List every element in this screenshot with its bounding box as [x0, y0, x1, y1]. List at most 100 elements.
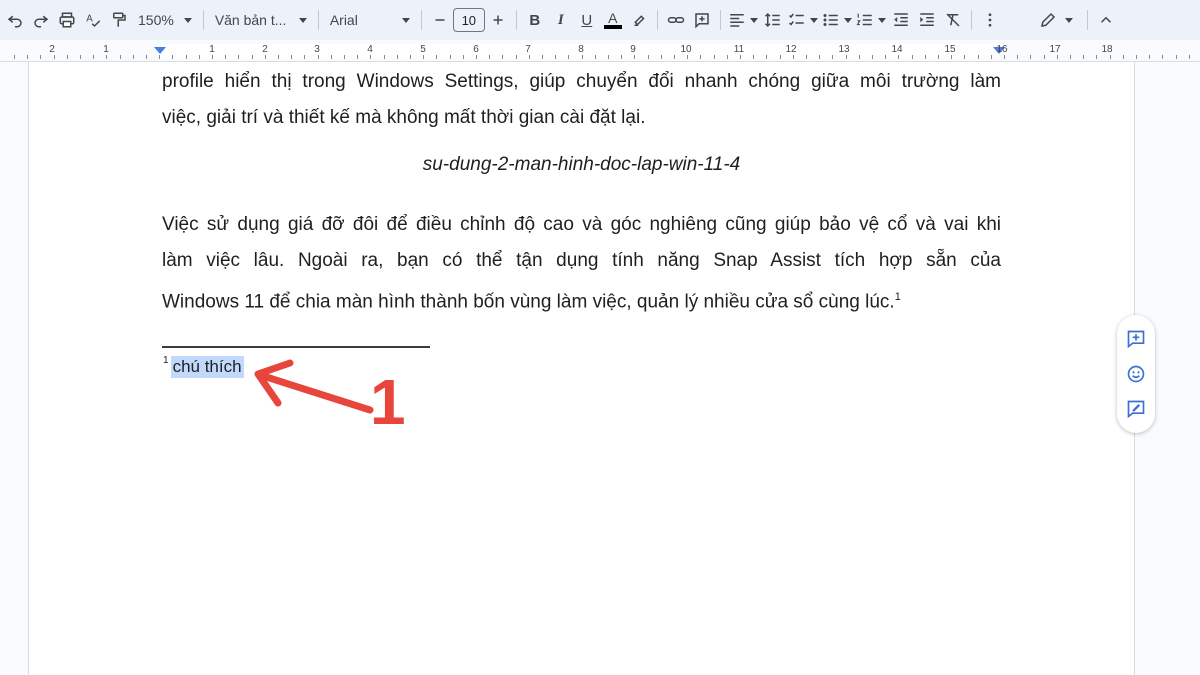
chevron-down-icon	[401, 17, 410, 23]
bold-button[interactable]: B	[522, 6, 548, 34]
ruler-tick	[1123, 55, 1124, 59]
font-select[interactable]: Arial	[324, 6, 416, 34]
chevron-down-icon	[809, 17, 818, 23]
ruler-tick	[291, 55, 292, 59]
ruler-tick	[318, 55, 319, 59]
ruler-tick	[80, 55, 81, 59]
ruler-tick	[1017, 55, 1018, 59]
ruler-label: 7	[525, 44, 531, 55]
svg-text:A: A	[86, 14, 93, 25]
ruler-tick	[199, 55, 200, 59]
ruler[interactable]: 2 1 1 2 3 4 5 6 7 8 9 10 11 12 13 14 15 16 17 18	[0, 40, 1200, 62]
footnote[interactable]: 1 chú thích	[163, 356, 244, 378]
add-emoji-side-button[interactable]	[1123, 361, 1149, 387]
bulleted-list-select[interactable]	[820, 6, 854, 34]
increase-indent-icon[interactable]	[914, 6, 940, 34]
ruler-label: 1	[209, 44, 215, 55]
ruler-label: 6	[473, 44, 479, 55]
add-comment-icon	[1127, 330, 1145, 348]
ruler-tick	[436, 55, 437, 59]
annotation-arrow-icon	[254, 359, 374, 414]
clear-formatting-icon[interactable]	[940, 6, 966, 34]
paint-format-icon[interactable]	[106, 6, 132, 34]
paragraph-style-select[interactable]: Văn bản t...	[209, 6, 313, 34]
footnote-reference[interactable]: 1	[895, 291, 901, 303]
ruler-label: 15	[944, 44, 956, 55]
footnote-separator	[162, 346, 430, 348]
formatting-toolbar: A 150% Văn bản t... Arial 10 B I U A	[0, 0, 1200, 40]
link-icon[interactable]	[663, 6, 689, 34]
ruler-tick	[595, 55, 596, 59]
paragraph-2[interactable]: Việc sử dụng giá đỡ đôi để điều chỉnh độ…	[162, 207, 1001, 320]
ruler-tick	[1057, 55, 1058, 59]
toolbar-divider	[420, 10, 422, 30]
ruler-tick	[106, 55, 107, 59]
paragraph-1[interactable]: profile hiển thị trong Windows Settings,…	[162, 64, 1001, 136]
decrease-font-size-icon[interactable]	[427, 6, 453, 34]
ruler-tick	[1176, 55, 1177, 59]
ruler-tick	[1149, 55, 1150, 59]
zoom-select[interactable]: 150%	[132, 6, 198, 34]
text-color-button[interactable]: A	[600, 6, 626, 34]
ruler-tick	[67, 55, 68, 59]
underline-button[interactable]: U	[574, 6, 600, 34]
spellcheck-icon[interactable]: A	[80, 6, 106, 34]
increase-font-size-icon[interactable]	[485, 6, 511, 34]
italic-button[interactable]: I	[548, 6, 574, 34]
ruler-label: 2	[49, 44, 55, 55]
chevron-down-icon	[843, 17, 852, 23]
ruler-tick	[687, 55, 688, 59]
paragraph-line-last: Windows 11 để chia màn hình thành bốn vù…	[162, 279, 1001, 320]
font-size-input[interactable]: 10	[452, 8, 485, 32]
print-icon[interactable]	[54, 6, 80, 34]
ruler-label: 9	[630, 44, 636, 55]
ruler-tick	[1189, 55, 1190, 59]
ruler-label: 10	[680, 44, 692, 55]
highlight-icon[interactable]	[626, 6, 652, 34]
ruler-tick	[661, 55, 662, 59]
ruler-tick	[357, 55, 358, 59]
footnote-number: 1	[163, 355, 169, 366]
align-select[interactable]	[726, 6, 760, 34]
collapse-toolbar-icon[interactable]	[1093, 6, 1119, 34]
decrease-indent-icon[interactable]	[888, 6, 914, 34]
suggest-edits-side-button[interactable]	[1123, 396, 1149, 422]
add-comment-side-button[interactable]	[1123, 326, 1149, 352]
ruler-tick	[172, 55, 173, 59]
ruler-tick	[925, 55, 926, 59]
footnote-text-selected[interactable]: chú thích	[170, 356, 244, 378]
checklist-select[interactable]	[786, 6, 820, 34]
toolbar-divider	[970, 10, 972, 30]
ruler-tick	[529, 55, 530, 59]
ruler-tick	[238, 55, 239, 59]
more-options-icon[interactable]	[977, 6, 1003, 34]
ruler-label: 12	[785, 44, 797, 55]
undo-icon[interactable]	[2, 6, 28, 34]
image-caption[interactable]: su-dung-2-man-hinh-doc-lap-win-11-4	[162, 154, 1001, 176]
ruler-label: 13	[838, 44, 850, 55]
editing-mode-select[interactable]	[1033, 6, 1079, 34]
ruler-tick	[859, 55, 860, 59]
line-spacing-icon[interactable]	[760, 6, 786, 34]
numbered-list-select[interactable]	[854, 6, 888, 34]
ruler-tick	[397, 55, 398, 59]
ruler-tick	[1096, 55, 1097, 59]
ruler-tick	[331, 55, 332, 59]
ruler-tick	[14, 55, 15, 59]
ruler-label: 1	[103, 44, 109, 55]
ruler-tick	[714, 55, 715, 59]
redo-icon[interactable]	[28, 6, 54, 34]
ruler-tick	[872, 55, 873, 59]
toolbar-divider	[515, 10, 517, 30]
ruler-label: 17	[1049, 44, 1061, 55]
toolbar-divider	[202, 10, 204, 30]
toolbar-divider	[317, 10, 319, 30]
chevron-down-icon	[749, 17, 758, 23]
add-comment-icon[interactable]	[689, 6, 715, 34]
ruler-tick	[1162, 55, 1163, 59]
document-page[interactable]: profile hiển thị trong Windows Settings,…	[28, 62, 1135, 675]
left-indent-marker[interactable]	[154, 47, 166, 54]
ruler-tick	[780, 55, 781, 59]
text-color-swatch	[603, 24, 622, 29]
paragraph-line: làm việc lâu. Ngoài ra, bạn có thể tận d…	[162, 250, 1001, 271]
